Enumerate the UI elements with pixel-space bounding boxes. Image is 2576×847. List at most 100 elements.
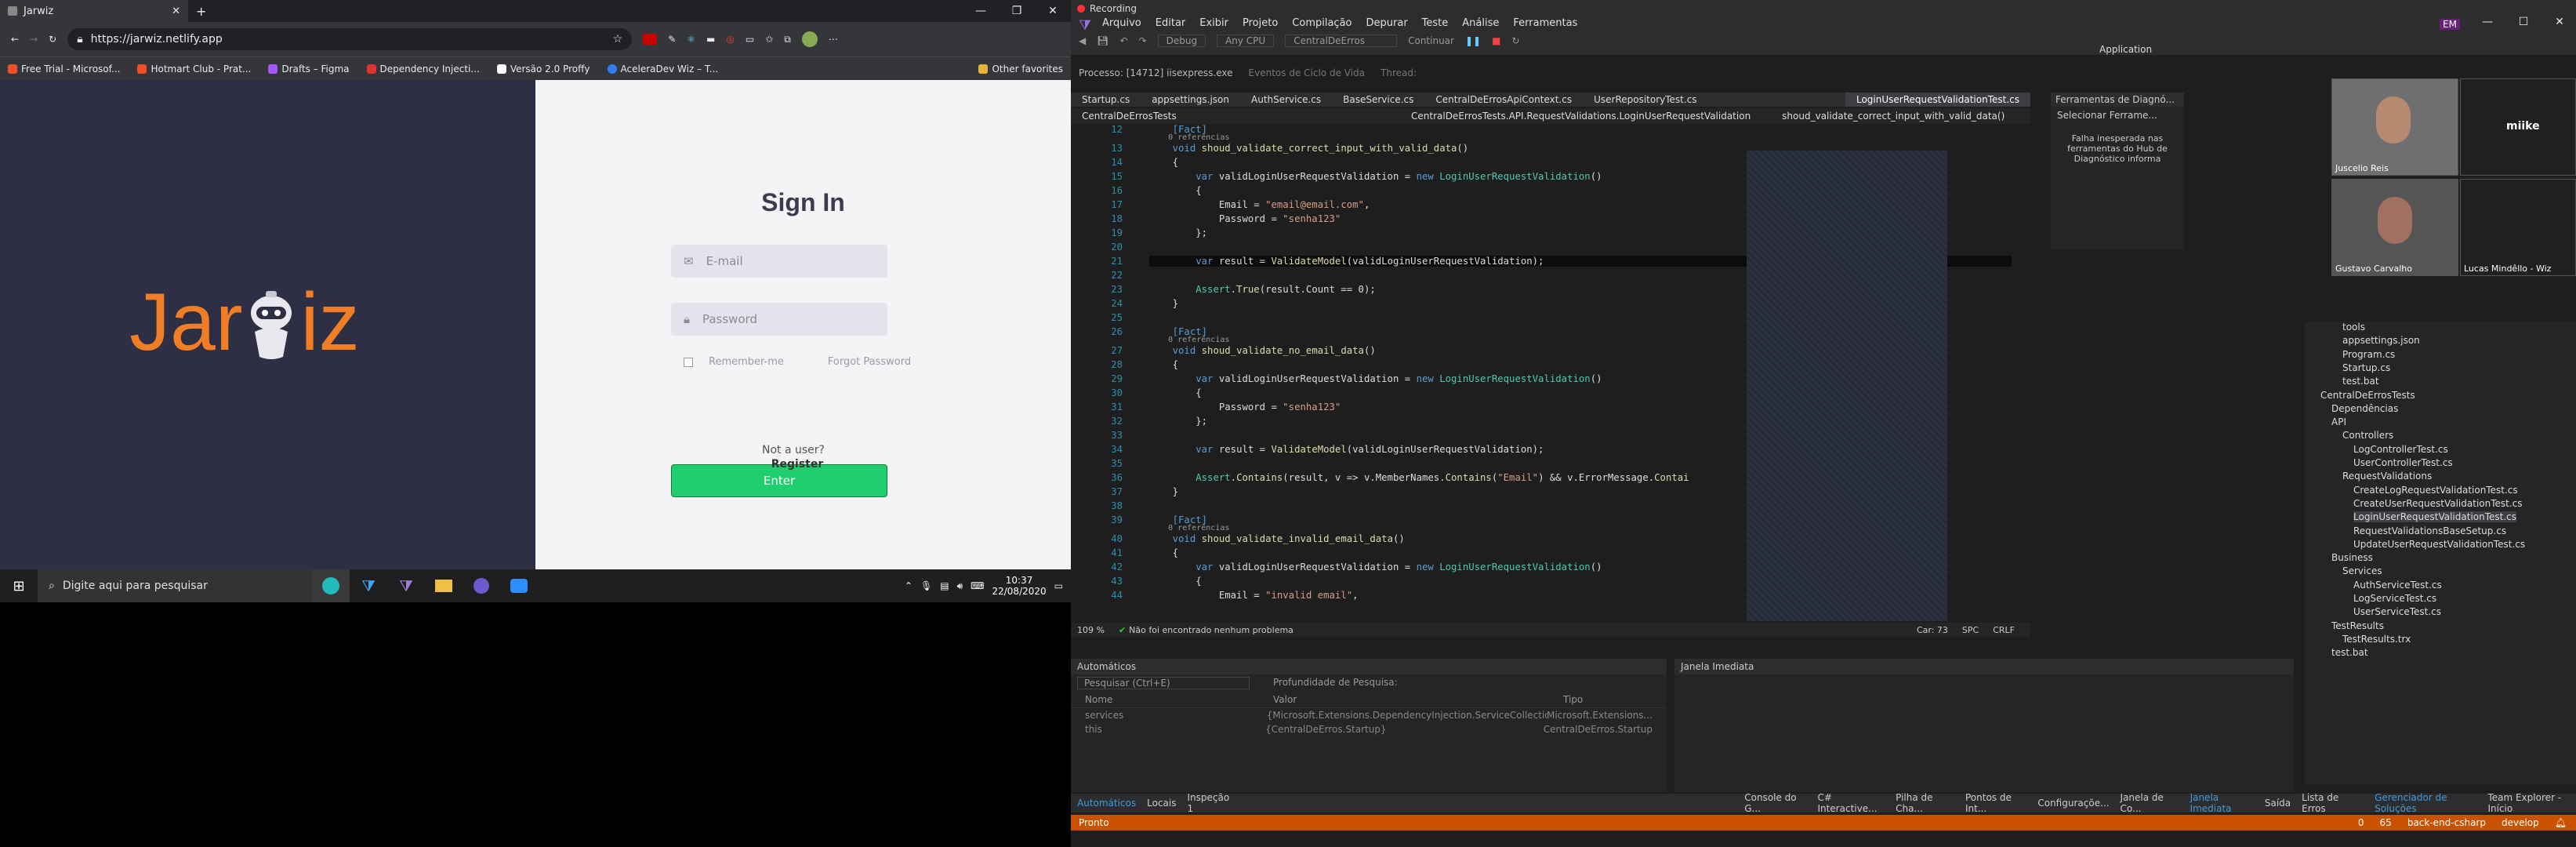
- code-editor[interactable]: 12 13 14 15 16 17 18 19 20 21 22 23 24 25 26 27 28 29 30 31…: [1071, 124, 2030, 638]
- platform-dropdown[interactable]: Any CPU: [1217, 35, 1275, 47]
- restore-icon[interactable]: ❐: [999, 5, 1035, 17]
- solution-tree-item[interactable]: LogControllerTest.cs: [2353, 444, 2448, 455]
- edge-icon[interactable]: [312, 569, 350, 602]
- restart-icon[interactable]: ↻: [1511, 35, 1519, 46]
- solution-tree-item[interactable]: tools: [2342, 322, 2365, 333]
- doc-tab[interactable]: Startup.cs: [1071, 93, 1141, 107]
- nav-class[interactable]: CentralDeErrosTests.API.RequestValidatio…: [1411, 111, 1751, 122]
- branch-name[interactable]: develop: [2502, 817, 2539, 828]
- new-tab-icon[interactable]: +: [196, 4, 206, 19]
- avatar[interactable]: [801, 31, 818, 47]
- vscode-icon[interactable]: ⧩: [350, 569, 387, 602]
- references-label[interactable]: 0 referências: [1168, 133, 1229, 142]
- autos-search[interactable]: Pesquisar (Ctrl+E): [1077, 677, 1250, 689]
- solution-tree-item[interactable]: CentralDeErrosTests: [2320, 390, 2415, 401]
- email-field[interactable]: ✉ E-mail: [671, 245, 887, 278]
- menu-item[interactable]: Análise: [1462, 17, 1499, 29]
- menu-item[interactable]: Arquivo: [1102, 17, 1141, 29]
- network-icon[interactable]: ▤: [940, 580, 949, 591]
- extension-icon[interactable]: ▬: [706, 34, 715, 45]
- close-window-icon[interactable]: ✕: [2542, 16, 2576, 28]
- tool-tab[interactable]: Locais: [1147, 798, 1176, 809]
- more-icon[interactable]: ⋯: [829, 34, 838, 45]
- doc-tab[interactable]: UserRepositoryTest.cs: [1583, 93, 1707, 107]
- tool-tab[interactable]: Janela de Co...: [2121, 792, 2179, 814]
- file-explorer-icon[interactable]: [425, 569, 463, 602]
- table-row[interactable]: this {CentralDeErros.Startup} CentralDeE…: [1071, 722, 1667, 736]
- bookmark-item[interactable]: AceleraDev Wiz – T...: [607, 64, 718, 75]
- zoom-icon[interactable]: [500, 569, 538, 602]
- solution-tree-item[interactable]: TestResults.trx: [2342, 634, 2411, 645]
- references-label[interactable]: 0 referências: [1168, 336, 1229, 344]
- thread-label[interactable]: Thread:: [1381, 67, 1417, 78]
- user-badge[interactable]: EM: [2440, 19, 2460, 30]
- register-link[interactable]: Register: [539, 458, 1055, 471]
- menu-item[interactable]: Ferramentas: [1513, 17, 1577, 29]
- redo-icon[interactable]: ↷: [1139, 35, 1147, 46]
- application-insights[interactable]: Application: [2099, 44, 2152, 55]
- solution-tree-item[interactable]: test.bat: [2342, 376, 2379, 387]
- visual-studio-icon[interactable]: ⧩: [387, 569, 425, 602]
- remember-checkbox[interactable]: [684, 357, 693, 367]
- tool-tab[interactable]: Configuraçõe...: [2037, 798, 2109, 809]
- tool-tab[interactable]: Automáticos: [1077, 798, 1136, 809]
- doc-tab[interactable]: AuthService.cs: [1240, 93, 1332, 107]
- tool-tab[interactable]: Inspeção 1: [1188, 792, 1232, 814]
- menu-item[interactable]: Teste: [1422, 17, 1449, 29]
- solution-tree-item[interactable]: TestResults: [2331, 620, 2384, 631]
- volume-icon[interactable]: 🔊︎: [957, 580, 963, 592]
- solution-tree-item[interactable]: test.bat: [2331, 647, 2368, 658]
- windows-start-icon[interactable]: ⊞: [0, 569, 38, 602]
- tool-tab[interactable]: Lista de Erros: [2302, 792, 2357, 814]
- solution-tree-item[interactable]: RequestValidationsBaseSetup.cs: [2353, 525, 2506, 536]
- clock[interactable]: 10:37 22/08/2020: [992, 575, 1046, 597]
- notifications-icon[interactable]: ▭: [1054, 580, 1063, 591]
- repo-name[interactable]: back-end-csharp: [2407, 817, 2486, 828]
- solution-tree-item[interactable]: AuthServiceTest.cs: [2353, 580, 2442, 591]
- events-dropdown[interactable]: Eventos de Ciclo de Vida: [1249, 67, 1365, 78]
- extension-icon[interactable]: ◎: [726, 34, 734, 45]
- taskbar-search[interactable]: ⌕ Digite aqui para pesquisar: [38, 569, 312, 602]
- minimize-icon[interactable]: —: [963, 5, 999, 17]
- solution-tree-item[interactable]: RequestValidations: [2342, 471, 2432, 482]
- solution-tree-item[interactable]: Dependências: [2331, 403, 2398, 414]
- nav-method[interactable]: shoud_validate_correct_input_with_valid_…: [1782, 111, 2005, 122]
- extension-icon[interactable]: ▭: [746, 34, 754, 45]
- extension-icon[interactable]: ⚛: [687, 34, 695, 45]
- menu-item[interactable]: Depurar: [1366, 17, 1408, 29]
- forgot-password-link[interactable]: Forgot Password: [828, 356, 911, 368]
- doc-tab[interactable]: BaseService.cs: [1332, 93, 1424, 107]
- menu-item[interactable]: Projeto: [1243, 17, 1278, 29]
- bookmark-item[interactable]: Drafts – Figma: [268, 64, 350, 75]
- tool-tab[interactable]: C# Interactive...: [1817, 792, 1885, 814]
- startup-dropdown[interactable]: CentralDeErros: [1285, 35, 1398, 47]
- back-icon[interactable]: ←: [11, 34, 19, 45]
- bookmark-item[interactable]: Hotmart Club - Prat...: [137, 64, 251, 75]
- maximize-icon[interactable]: ☐: [2505, 16, 2542, 28]
- tool-tab[interactable]: Team Explorer - Início: [2487, 792, 2576, 814]
- browser-tab[interactable]: Jarwiz ✕: [0, 0, 188, 22]
- tool-tab[interactable]: Pilha de Cha...: [1896, 792, 1954, 814]
- config-dropdown[interactable]: Debug: [1157, 35, 1206, 47]
- pause-icon[interactable]: ❚❚: [1465, 35, 1481, 46]
- bookmark-item[interactable]: Free Trial - Microsof...: [8, 64, 120, 75]
- solution-tree-item[interactable]: Services: [2342, 565, 2382, 576]
- menu-item[interactable]: Editar: [1156, 17, 1186, 29]
- extension-icon[interactable]: [643, 34, 658, 45]
- solution-tree-item[interactable]: Startup.cs: [2342, 362, 2390, 373]
- solution-tree-item[interactable]: Controllers: [2342, 430, 2393, 441]
- save-icon[interactable]: 💾︎: [1097, 35, 1108, 46]
- solution-tree-item[interactable]: API: [2331, 416, 2346, 427]
- solution-tree-item[interactable]: CreateUserRequestValidationTest.cs: [2353, 498, 2523, 509]
- stop-icon[interactable]: ■: [1492, 35, 1500, 46]
- changes-count[interactable]: 65: [2380, 817, 2392, 828]
- tool-tab[interactable]: Console do G...: [1744, 792, 1806, 814]
- back-icon[interactable]: ◀: [1079, 35, 1086, 46]
- app-icon[interactable]: [463, 569, 500, 602]
- solution-tree-item[interactable]: Business: [2331, 552, 2373, 563]
- omnibox[interactable]: 🔒︎ https://jarwiz.netlify.app ☆: [67, 28, 633, 50]
- tool-tab[interactable]: Saída: [2265, 798, 2291, 809]
- solution-tree-item[interactable]: appsettings.json: [2342, 335, 2420, 346]
- extension-icon[interactable]: ✎: [668, 34, 676, 45]
- zoom-level[interactable]: 109 %: [1077, 625, 1105, 635]
